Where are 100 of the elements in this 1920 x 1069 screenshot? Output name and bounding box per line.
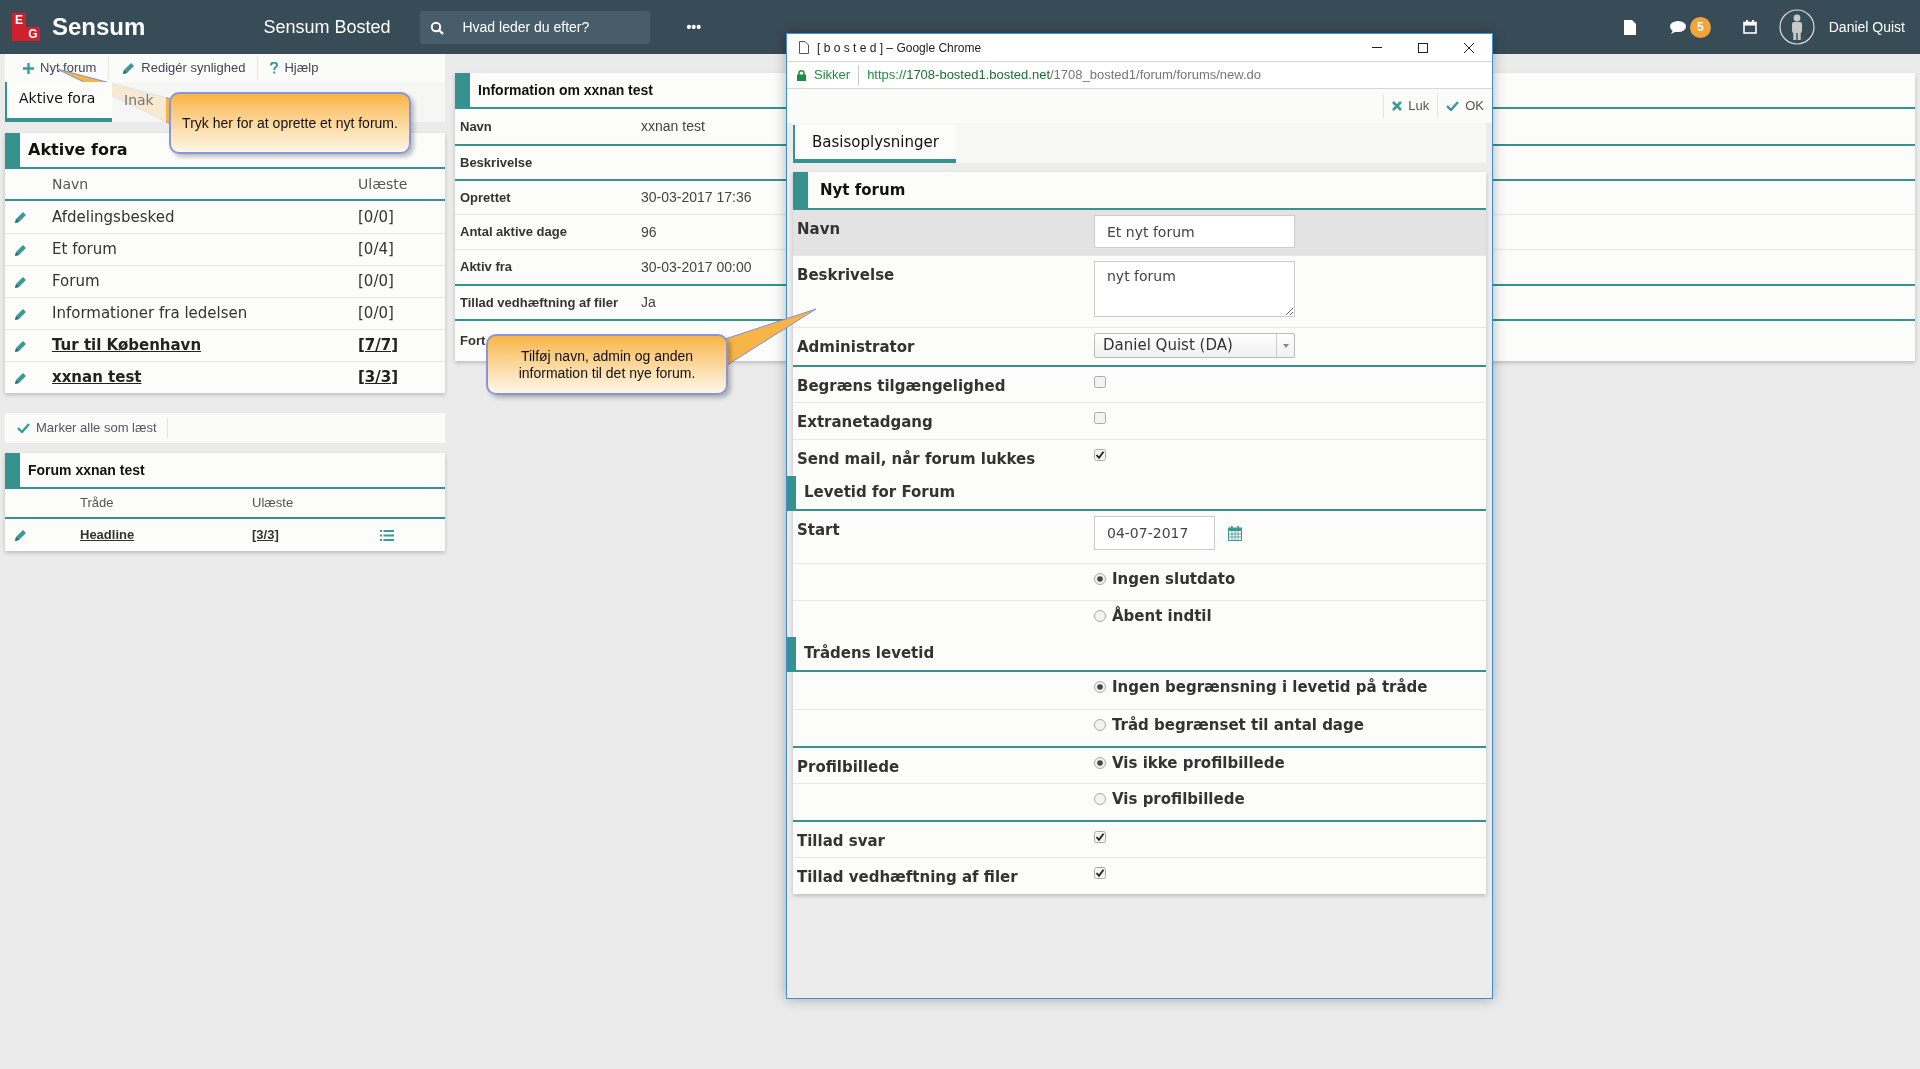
radio-option[interactable]: Åbent indtil — [1094, 604, 1212, 628]
radio-button[interactable] — [1094, 757, 1106, 769]
forum-link[interactable]: Forum — [52, 270, 358, 293]
radio-button[interactable] — [1094, 793, 1106, 805]
more-button[interactable]: ••• — [686, 16, 702, 38]
dropdown[interactable]: Daniel Quist (DA) — [1094, 333, 1295, 358]
radio-option[interactable]: Vis ikke profilbillede — [1094, 751, 1285, 775]
panel-title: Information om xxnan test — [478, 80, 654, 100]
pencil-icon — [13, 370, 27, 385]
lock-icon — [797, 69, 806, 81]
security-label: Sikker — [814, 65, 860, 85]
close-icon — [1392, 101, 1403, 111]
pencil-icon — [13, 338, 27, 353]
radio-option[interactable]: Ingen slutdato — [1094, 567, 1236, 591]
callout: Tilføj navn, admin og anden information til det nye forum. — [486, 334, 728, 395]
radio-button[interactable] — [1094, 719, 1106, 731]
chat-icon[interactable] — [1669, 20, 1686, 34]
help-button[interactable]: Hjælp — [257, 57, 325, 79]
pencil-icon — [13, 242, 27, 257]
pencil-icon — [121, 61, 136, 75]
section-title: Levetid for Forum — [804, 482, 956, 504]
field-label: Extranetadgang — [797, 413, 933, 431]
field-label: Start — [797, 521, 840, 539]
field-label: Tillad svar — [797, 832, 885, 850]
field-label: Navn — [797, 220, 841, 238]
field-label: Antal aktive dage — [460, 223, 568, 242]
field-value: 30-03-2017 00:00 — [641, 257, 752, 277]
caret-icon — [1282, 343, 1289, 348]
field-label: Fort — [460, 332, 487, 351]
unread-count: [0/4] — [358, 239, 394, 261]
field-label: Beskrivelse — [460, 153, 534, 172]
field-value: xxnan test — [641, 117, 705, 136]
tab[interactable]: Inak — [112, 82, 166, 122]
field-label: Profilbillede — [797, 758, 900, 776]
check-icon — [17, 423, 30, 433]
app-title: Sensum Bosted — [263, 15, 391, 39]
question-icon — [270, 62, 279, 74]
logo-text: Sensum — [52, 12, 146, 42]
unread-count: [3/3] — [358, 367, 399, 389]
forum-link[interactable]: Informationer fra ledelsen — [52, 302, 358, 325]
tab[interactable]: Aktive fora — [5, 82, 112, 122]
checkbox[interactable] — [1094, 449, 1106, 461]
plus-icon — [23, 62, 34, 74]
unread-count: [7/7] — [358, 335, 399, 357]
tab[interactable]: Basisoplysninger — [793, 125, 956, 163]
column-header: Ulæste — [252, 494, 294, 513]
forum-link[interactable]: Afdelingsbesked — [52, 205, 358, 229]
field-label: Administrator — [797, 338, 915, 356]
search-field[interactable]: Hvad leder du efter? — [420, 10, 651, 44]
column-header: Navn — [52, 174, 90, 194]
section-title: Trådens levetid — [804, 643, 935, 665]
message-count-badge: 5 — [1689, 16, 1711, 38]
checkbox[interactable] — [1094, 412, 1106, 424]
radio-option[interactable]: Ingen begrænsning i levetid på tråde — [1094, 675, 1428, 699]
radio-button[interactable] — [1094, 610, 1106, 622]
field-label: Tillad vedhæftning af filer — [460, 293, 619, 312]
window-title: [ b o s t e d ] – Google Chrome — [817, 39, 982, 57]
forum-link[interactable]: Tur til København — [52, 334, 358, 357]
description-field[interactable]: nyt forum — [1094, 261, 1295, 317]
avatar-icon[interactable] — [1778, 9, 1815, 45]
pencil-icon — [13, 210, 27, 224]
check-icon — [1446, 101, 1460, 111]
list-icon[interactable] — [380, 529, 394, 541]
field-value: 30-03-2017 17:36 — [641, 188, 752, 207]
new-forum-button[interactable]: Nyt forum — [17, 57, 103, 79]
field-value: Ja — [641, 293, 656, 312]
thread-link[interactable]: Headline — [80, 525, 252, 545]
field-label: Begræns tilgængelighed — [797, 377, 1006, 395]
radio-button[interactable] — [1094, 573, 1106, 585]
field-label: Send mail, når forum lukkes — [797, 450, 1036, 468]
unread-count: [0/0] — [358, 303, 394, 325]
text-field[interactable]: Et nyt forum — [1094, 215, 1295, 248]
ok-button[interactable]: OK — [1437, 94, 1492, 118]
panel-title: Nyt forum — [820, 179, 906, 201]
field-value: 96 — [641, 222, 657, 242]
field-label: Navn — [460, 117, 493, 136]
panel-title: Aktive fora — [28, 139, 128, 161]
calendar-icon[interactable] — [1742, 20, 1757, 34]
field-label: Tillad vedhæftning af filer — [797, 868, 1018, 886]
close-button[interactable]: Luk — [1383, 94, 1438, 118]
checkbox[interactable] — [1094, 831, 1106, 843]
page-icon — [799, 41, 809, 54]
user-name[interactable]: Daniel Quist — [1828, 16, 1905, 38]
radio-option[interactable]: Tråd begrænset til antal dage — [1094, 713, 1364, 737]
radio-option[interactable]: Vis profilbillede — [1094, 787, 1245, 811]
checkbox[interactable] — [1094, 867, 1106, 879]
radio-button[interactable] — [1094, 681, 1106, 693]
date-field[interactable]: 04-07-2017 — [1094, 516, 1215, 550]
url-text[interactable]: https://1708-bosted1.bosted.net/1708_bosted1/forum/forums/new.do — [867, 65, 1262, 85]
unread-count: [0/0] — [358, 271, 394, 293]
forum-link[interactable]: xxnan test — [52, 366, 358, 389]
unread-count: [0/0] — [358, 206, 394, 228]
forum-link[interactable]: Et forum — [52, 238, 358, 261]
field-label: Beskrivelse — [797, 266, 895, 284]
field-label: Oprettet — [460, 188, 512, 207]
pencil-icon — [13, 528, 27, 542]
document-icon[interactable] — [1623, 19, 1636, 35]
checkbox[interactable] — [1094, 376, 1106, 388]
edit-visibility-button[interactable]: Redigér synlighed — [108, 57, 252, 79]
column-header: Tråde — [80, 494, 115, 513]
